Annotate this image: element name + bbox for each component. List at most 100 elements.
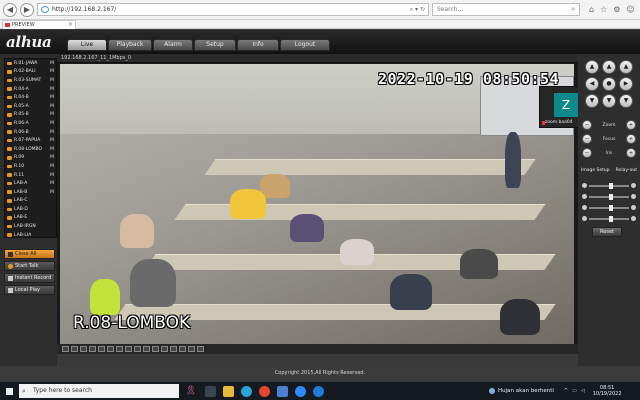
- ptz-downright-button[interactable]: ▼: [619, 94, 633, 108]
- iris-open-button[interactable]: +: [626, 148, 636, 158]
- ptz-downleft-button[interactable]: ▼: [585, 94, 599, 108]
- refresh-icon[interactable]: ⌕ ▾ ↻: [410, 4, 425, 15]
- gear-icon[interactable]: ⚙: [613, 5, 620, 14]
- slider-knob[interactable]: [609, 182, 613, 189]
- channel-stream-mark[interactable]: M: [50, 87, 54, 92]
- channel-item[interactable]: R.08-LOMBO M: [5, 145, 56, 154]
- camera-feed[interactable]: 2022-10-19 08:50:54 R.08-LOMBOK: [60, 64, 574, 344]
- search-icon[interactable]: ⌕: [571, 4, 575, 15]
- star-icon[interactable]: ☆: [600, 5, 607, 14]
- channel-stream-mark[interactable]: M: [50, 173, 54, 178]
- zoom-in-button[interactable]: +: [625, 120, 636, 130]
- ie-icon[interactable]: [313, 385, 324, 397]
- address-bar[interactable]: http://192.168.2.167/ ⌕ ▾ ↻: [37, 3, 429, 16]
- close-tab-icon[interactable]: ×: [68, 21, 73, 29]
- image-slider[interactable]: [589, 193, 629, 200]
- video-layout-button[interactable]: [89, 346, 96, 352]
- video-layout-button[interactable]: [80, 346, 87, 352]
- smiley-icon[interactable]: ☺: [626, 5, 634, 14]
- channel-stream-mark[interactable]: M: [50, 155, 54, 160]
- channel-item[interactable]: R.03-SUMAT M: [5, 76, 56, 85]
- back-button[interactable]: ◀: [3, 2, 17, 17]
- channel-stream-mark[interactable]: M: [50, 78, 54, 83]
- tab-live[interactable]: Live: [67, 39, 107, 51]
- channel-stream-mark[interactable]: M: [50, 104, 54, 109]
- channel-item[interactable]: R.05-A M: [5, 102, 56, 111]
- ptz-left-button[interactable]: ◀: [585, 77, 599, 91]
- edge-icon[interactable]: [241, 385, 252, 397]
- tab-relay-out[interactable]: Relay-out: [616, 168, 637, 173]
- channel-item[interactable]: R.07-PAPUA M: [5, 136, 56, 145]
- video-layout-button[interactable]: [179, 346, 186, 352]
- channel-item[interactable]: R.10 M: [5, 162, 56, 171]
- tab-setup[interactable]: Setup: [194, 39, 236, 51]
- ptz-upright-button[interactable]: ▲: [619, 60, 633, 74]
- video-layout-button[interactable]: [161, 346, 168, 352]
- channel-stream-mark[interactable]: M: [50, 112, 54, 117]
- video-layout-button[interactable]: [134, 346, 141, 352]
- video-layout-button[interactable]: [188, 346, 195, 352]
- image-slider[interactable]: [589, 204, 629, 211]
- ptz-center-button[interactable]: ●: [602, 77, 616, 91]
- channel-item[interactable]: R.06-A M: [5, 119, 56, 128]
- ptz-down-button[interactable]: ▼: [602, 94, 616, 108]
- video-layout-button[interactable]: [62, 346, 69, 352]
- start-talk-button[interactable]: Start Talk: [4, 261, 55, 271]
- browser-search-input[interactable]: Search... ⌕: [432, 3, 580, 16]
- zoom-out-button[interactable]: −: [582, 120, 592, 130]
- file-explorer-icon[interactable]: [223, 385, 234, 397]
- channel-stream-mark[interactable]: M: [50, 190, 54, 195]
- video-layout-button[interactable]: [170, 346, 177, 352]
- channel-item[interactable]: LAB-A M: [5, 179, 56, 188]
- slider-knob[interactable]: [609, 215, 613, 222]
- ptz-up-button[interactable]: ▲: [602, 60, 616, 74]
- clock[interactable]: 08:51 10/19/2022: [593, 385, 622, 397]
- video-layout-button[interactable]: [98, 346, 105, 352]
- channel-item[interactable]: LAB-D: [5, 205, 56, 214]
- ptz-right-button[interactable]: ▶: [619, 77, 633, 91]
- network-icon[interactable]: ▭: [572, 388, 577, 394]
- channel-list[interactable]: R.01-JAWA M R.02-BALI M R.03-SUMAT M R.04-A M R.…: [4, 58, 57, 238]
- chrome-icon[interactable]: [259, 385, 270, 397]
- channel-stream-mark[interactable]: M: [50, 130, 54, 135]
- task-view-icon[interactable]: [205, 385, 216, 397]
- video-layout-button[interactable]: [143, 346, 150, 352]
- volume-icon[interactable]: ◁: [581, 388, 585, 394]
- channel-item[interactable]: R.01-JAWA M: [5, 59, 56, 68]
- tab-info[interactable]: Info: [237, 39, 279, 51]
- tray-chevron-icon[interactable]: ^: [564, 388, 568, 394]
- focus-out-button[interactable]: −: [582, 134, 592, 144]
- image-slider[interactable]: [589, 182, 629, 189]
- video-layout-button[interactable]: [125, 346, 132, 352]
- channel-stream-mark[interactable]: M: [50, 95, 54, 100]
- store-icon[interactable]: [277, 385, 288, 397]
- tab-alarm[interactable]: Alarm: [153, 39, 193, 51]
- forward-button[interactable]: ▶: [20, 2, 34, 17]
- channel-item[interactable]: R.11 M: [5, 171, 56, 180]
- channel-item[interactable]: LAB-IRGN: [5, 222, 56, 231]
- ribbon-icon[interactable]: 🎗: [185, 385, 196, 397]
- reset-button[interactable]: Reset: [592, 227, 622, 237]
- video-layout-button[interactable]: [152, 346, 159, 352]
- channel-item[interactable]: R.04-B M: [5, 93, 56, 102]
- browser-tab[interactable]: PREVIEW ×: [2, 20, 76, 29]
- weather-widget[interactable]: Hujan akan berhenti: [489, 388, 554, 394]
- focus-in-button[interactable]: +: [625, 134, 636, 144]
- channel-stream-mark[interactable]: M: [50, 121, 54, 126]
- slider-knob[interactable]: [609, 193, 613, 200]
- video-layout-button[interactable]: [197, 346, 204, 352]
- channel-stream-mark[interactable]: M: [50, 138, 54, 143]
- channel-stream-mark[interactable]: M: [50, 181, 54, 186]
- taskbar-search-input[interactable]: ⌕ Type here to search: [19, 384, 179, 398]
- local-play-button[interactable]: Local Play: [4, 285, 55, 295]
- video-layout-button[interactable]: [107, 346, 114, 352]
- channel-item[interactable]: R.05-B M: [5, 111, 56, 120]
- channel-stream-mark[interactable]: M: [50, 164, 54, 169]
- channel-stream-mark[interactable]: M: [50, 69, 54, 74]
- slider-knob[interactable]: [609, 204, 613, 211]
- channel-item[interactable]: R.06-B M: [5, 128, 56, 137]
- video-layout-button[interactable]: [71, 346, 78, 352]
- tab-logout[interactable]: Logout: [280, 39, 330, 51]
- home-icon[interactable]: ⌂: [589, 5, 594, 14]
- video-layout-button[interactable]: [116, 346, 123, 352]
